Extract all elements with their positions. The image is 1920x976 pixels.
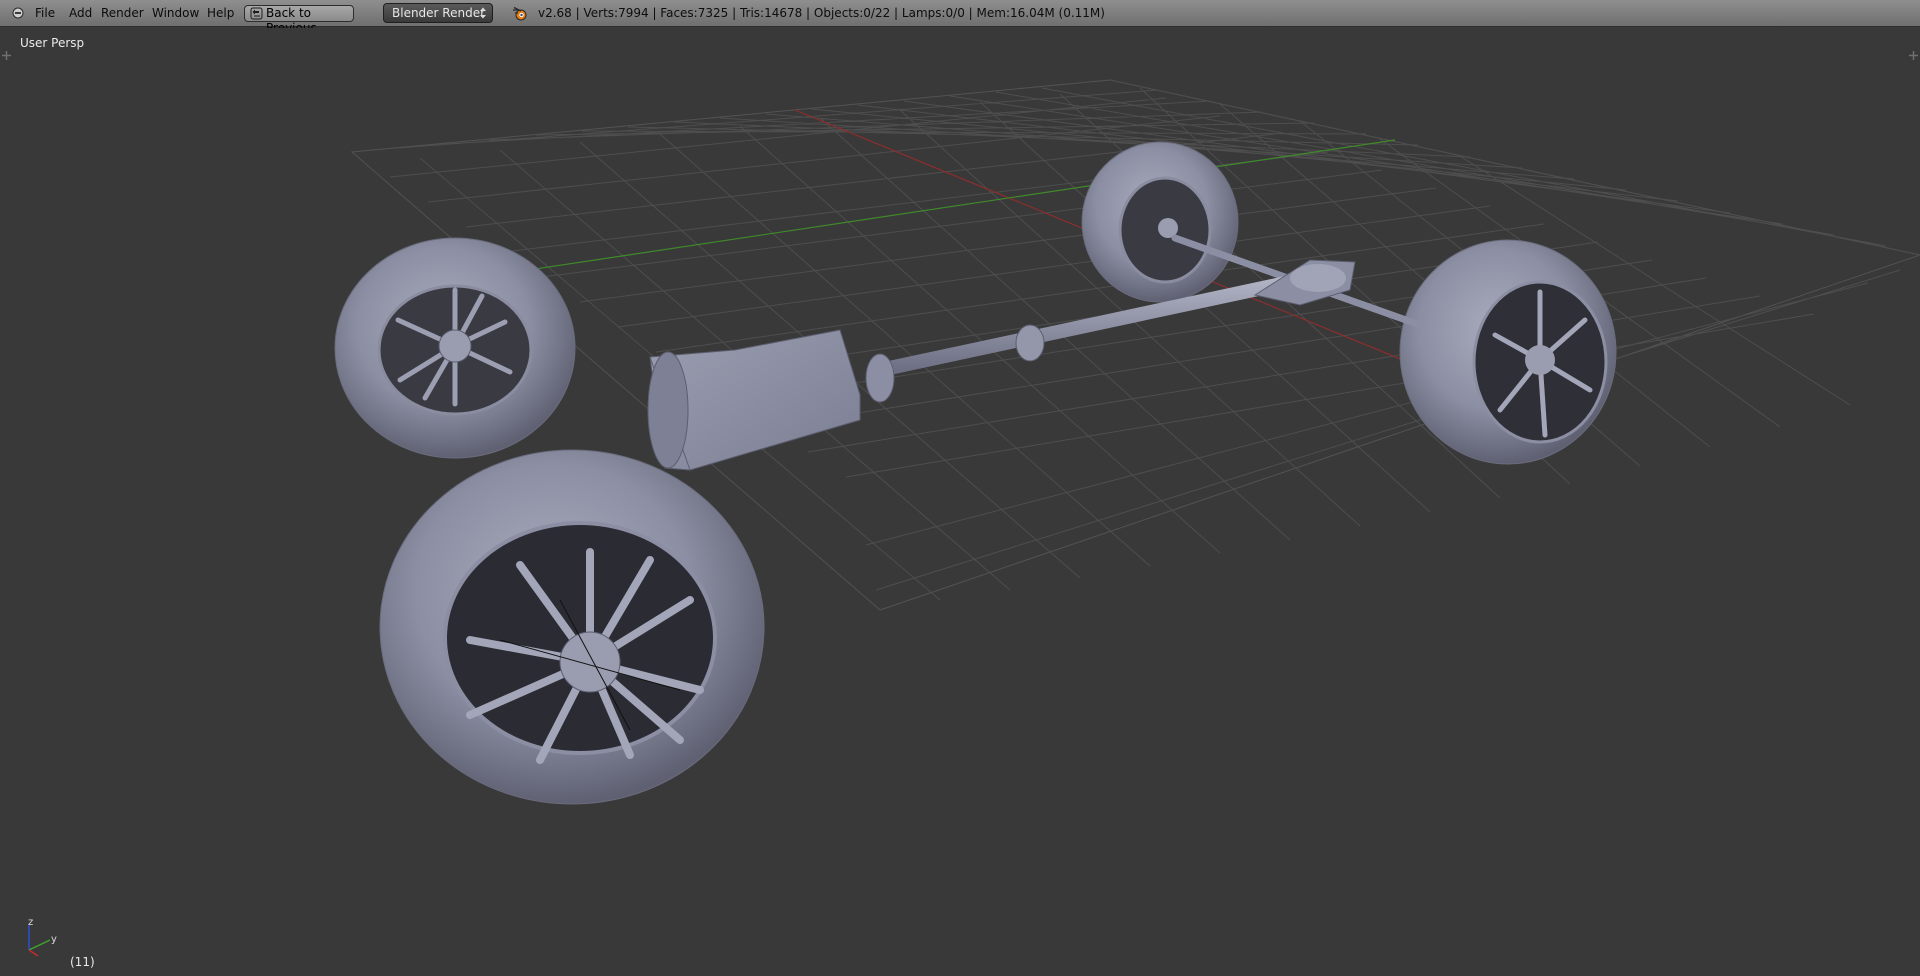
wheel-front-right[interactable] (1399, 239, 1617, 465)
menu-add[interactable]: Add (69, 0, 92, 27)
wheel-rear-left[interactable] (334, 237, 576, 459)
render-engine-value: Blender Render (392, 6, 486, 20)
menu-window[interactable]: Window (152, 0, 199, 27)
view-mode-label: User Persp (20, 36, 85, 50)
back-arrow-icon (250, 7, 263, 20)
select-arrows-icon (480, 7, 486, 19)
current-frame-label: (11) (70, 955, 95, 969)
region-expand-left-icon[interactable] (2, 51, 11, 60)
axis-gizmo: z y (28, 917, 57, 957)
menu-render[interactable]: Render (101, 0, 144, 27)
region-expand-right-icon[interactable] (1909, 51, 1918, 60)
menu-file[interactable]: File (35, 0, 55, 27)
editor-type-icon[interactable] (12, 7, 24, 19)
render-engine-select[interactable]: Blender Render (383, 3, 493, 23)
info-header: File Add Render Window Help Back to Prev… (0, 0, 1920, 35)
wheel-rear-right[interactable] (1081, 141, 1239, 303)
axis-y-label: y (51, 934, 57, 945)
axis-z-label: z (28, 917, 33, 928)
3d-scene[interactable]: z y (0, 28, 1920, 976)
back-to-previous-button[interactable]: Back to Previous (244, 5, 354, 35)
scene-statistics: v2.68 | Verts:7994 | Faces:7325 | Tris:1… (538, 6, 1105, 20)
blender-logo-icon (513, 6, 527, 21)
menu-help[interactable]: Help (207, 0, 234, 27)
wheel-front-left[interactable] (379, 449, 765, 805)
